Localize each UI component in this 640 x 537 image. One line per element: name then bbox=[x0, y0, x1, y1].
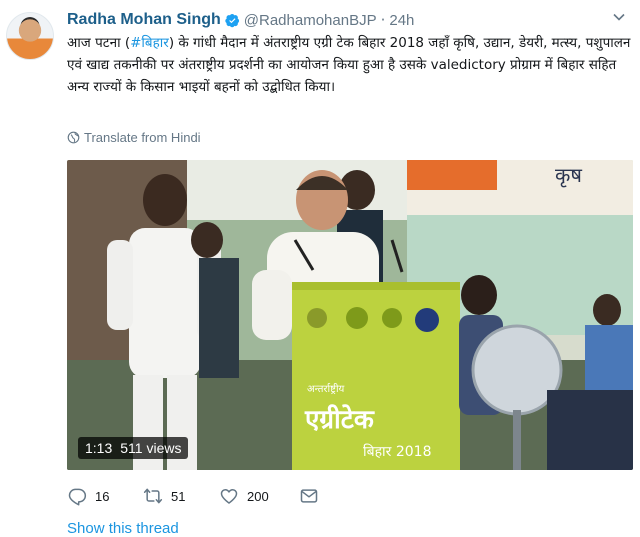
heart-icon bbox=[220, 489, 238, 504]
reply-button[interactable]: 16 bbox=[67, 486, 113, 506]
avatar[interactable] bbox=[6, 12, 54, 60]
verified-badge-icon bbox=[225, 13, 239, 27]
podium-sub-text: बिहार 2018 bbox=[363, 443, 432, 460]
author-name[interactable]: Radha Mohan Singh bbox=[67, 11, 221, 29]
chevron-down-icon[interactable] bbox=[612, 10, 626, 24]
globe-icon bbox=[67, 131, 80, 144]
reply-count: 16 bbox=[95, 488, 110, 504]
video-info-badge: 1:13 511 views bbox=[78, 437, 189, 459]
video-views: 511 views bbox=[120, 440, 182, 456]
translate-link[interactable]: Translate from Hindi bbox=[67, 130, 201, 145]
timestamp[interactable]: 24h bbox=[389, 12, 414, 29]
tweet-text-start: आज पटना ( bbox=[67, 35, 131, 51]
banner-text: कृष bbox=[555, 163, 582, 188]
translate-label: Translate from Hindi bbox=[84, 130, 201, 145]
tweet-actions: 16 51 200 bbox=[67, 484, 349, 508]
video-player[interactable]: कृष अन्तर्राष्ट्रीय एग्रीटेक बिहार 2018 bbox=[67, 160, 633, 470]
like-button[interactable]: 200 bbox=[219, 486, 269, 506]
video-frame: कृष अन्तर्राष्ट्रीय एग्रीटेक बिहार 2018 bbox=[67, 160, 633, 470]
retweet-button[interactable]: 51 bbox=[143, 486, 189, 506]
hashtag-link[interactable]: #बिहार bbox=[130, 35, 169, 51]
direct-message-button[interactable] bbox=[299, 486, 319, 506]
envelope-icon bbox=[300, 489, 317, 503]
like-count: 200 bbox=[247, 488, 269, 504]
retweet-count: 51 bbox=[171, 488, 186, 504]
retweet-icon bbox=[143, 488, 163, 504]
tweet-text: आज पटना (#बिहार) के गांधी मैदान में अंतर… bbox=[67, 32, 633, 98]
video-duration: 1:13 bbox=[85, 440, 113, 456]
show-thread-link[interactable]: Show this thread bbox=[67, 520, 179, 537]
podium-main-text: एग्रीटेक bbox=[304, 404, 375, 435]
podium-small-text: अन्तर्राष्ट्रीय bbox=[307, 383, 345, 395]
tweet-header: Radha Mohan Singh @RadhamohanBJP · 24h bbox=[67, 10, 414, 30]
reply-icon bbox=[68, 488, 87, 506]
author-handle[interactable]: @RadhamohanBJP bbox=[244, 12, 377, 29]
separator-dot: · bbox=[380, 11, 386, 29]
tweet-card: Radha Mohan Singh @RadhamohanBJP · 24h आ… bbox=[0, 0, 640, 537]
